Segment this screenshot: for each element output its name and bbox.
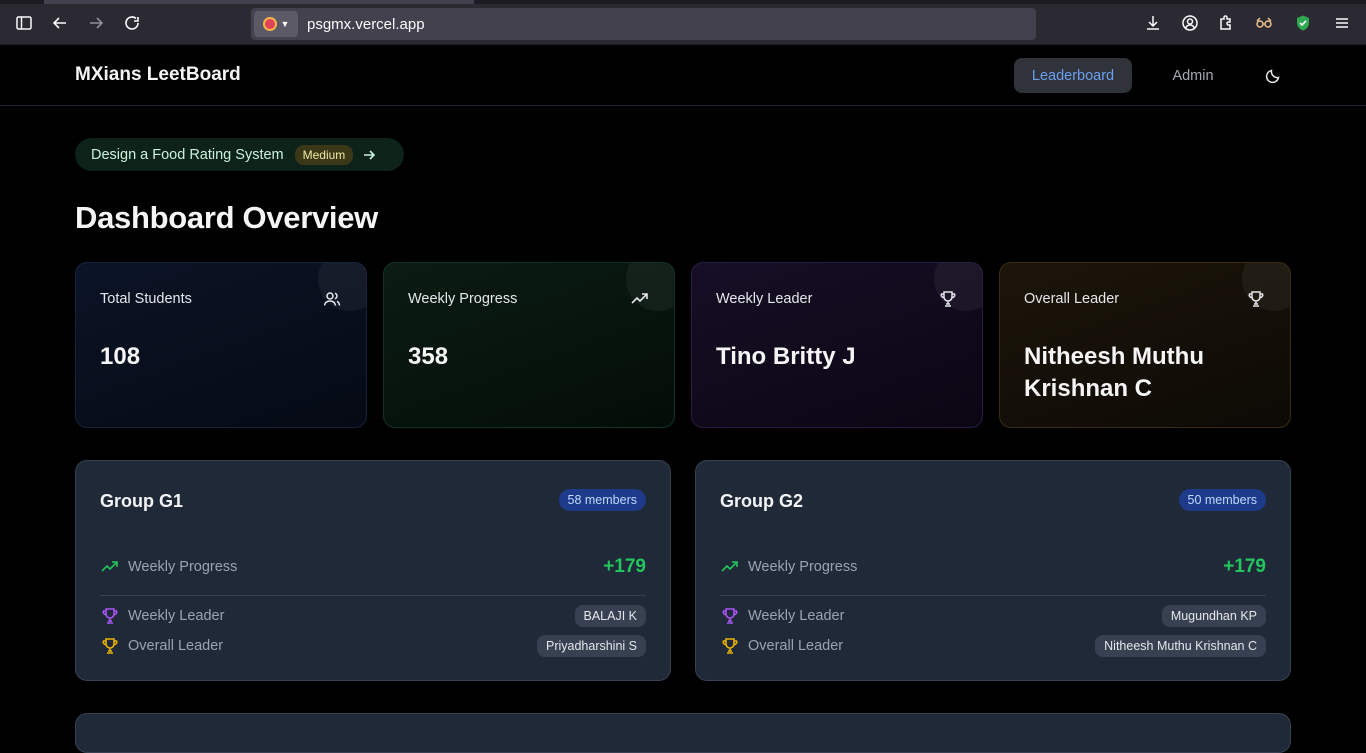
extension-glasses-icon[interactable] (1253, 12, 1275, 34)
page-title: Dashboard Overview (75, 200, 378, 235)
arrow-right-icon (362, 148, 376, 162)
menu-icon[interactable] (1331, 12, 1353, 34)
stat-card-total-students: Total Students 108 (75, 262, 367, 428)
daily-problem-link[interactable]: Design a Food Rating System Medium (75, 138, 404, 171)
group-name: Group G1 (100, 491, 184, 511)
progress-value: +179 (1223, 556, 1266, 577)
trophy-icon (100, 636, 120, 656)
account-icon[interactable] (1179, 12, 1201, 34)
stat-label: Weekly Progress (408, 291, 518, 307)
leader-name-badge: Mugundhan KP (1161, 605, 1266, 627)
forward-icon[interactable] (85, 12, 107, 34)
group-name: Group G2 (720, 491, 804, 511)
weekly-leader-row: Weekly Leader Mugundhan KP (720, 604, 1266, 628)
trophy-icon (720, 636, 740, 656)
divider (100, 595, 646, 596)
reload-icon[interactable] (121, 12, 143, 34)
row-label: Weekly Progress (748, 559, 858, 575)
overall-leader-row: Overall Leader Nitheesh Muthu Krishnan C (720, 634, 1266, 658)
trophy-icon (938, 289, 958, 309)
stat-card-overall-leader: Overall Leader Nitheesh Muthu Krishnan C (999, 262, 1291, 428)
divider (720, 595, 1266, 596)
row-label: Overall Leader (748, 638, 844, 654)
stat-label: Overall Leader (1024, 291, 1120, 307)
moon-icon (1265, 69, 1280, 84)
leader-name-badge: Priyadharshini S (536, 635, 646, 657)
tab-strip (0, 0, 1366, 4)
row-label: Weekly Leader (748, 608, 845, 624)
trophy-icon (1246, 289, 1266, 309)
progress-value: +179 (603, 556, 646, 577)
leader-name-badge: BALAJI K (574, 605, 646, 627)
browser-toolbar: ▼ psgmx.vercel.app (0, 0, 1366, 45)
trending-up-icon (100, 557, 120, 577)
stat-value: Tino Britty J (716, 343, 856, 370)
trophy-icon (720, 606, 740, 626)
stat-label: Total Students (100, 291, 192, 307)
sidebar-toggle-icon[interactable] (13, 12, 35, 34)
problem-title: Design a Food Rating System (91, 146, 284, 163)
nav-leaderboard-link[interactable]: Leaderboard (1014, 58, 1132, 93)
users-icon (322, 289, 342, 309)
back-icon[interactable] (49, 12, 71, 34)
stat-card-weekly-leader: Weekly Leader Tino Britty J (691, 262, 983, 428)
trophy-icon (100, 606, 120, 626)
row-label: Overall Leader (128, 638, 224, 654)
chevron-down-icon: ▼ (280, 19, 290, 29)
group-card-g2[interactable]: Group G2 50 members Weekly Progress +179… (695, 460, 1291, 681)
weekly-progress-row: Weekly Progress +179 (720, 555, 1266, 579)
row-label: Weekly Leader (128, 608, 225, 624)
weekly-progress-row: Weekly Progress +179 (100, 555, 646, 579)
next-section-card (75, 713, 1291, 753)
url-text[interactable]: psgmx.vercel.app (307, 16, 425, 33)
theme-toggle-button[interactable] (1258, 65, 1288, 87)
leader-name-badge: Nitheesh Muthu Krishnan C (1095, 635, 1266, 657)
stat-value: Nitheesh Muthu Krishnan C (1024, 343, 1204, 402)
difficulty-badge: Medium (294, 144, 354, 165)
shield-icon[interactable] (1292, 12, 1314, 34)
address-bar[interactable]: ▼ psgmx.vercel.app (251, 8, 1036, 40)
stat-value: 108 (100, 343, 141, 370)
downloads-icon[interactable] (1142, 12, 1164, 34)
weekly-leader-row: Weekly Leader BALAJI K (100, 604, 646, 628)
overall-leader-row: Overall Leader Priyadharshini S (100, 634, 646, 658)
row-label: Weekly Progress (128, 559, 238, 575)
group-card-g1[interactable]: Group G1 58 members Weekly Progress +179… (75, 460, 671, 681)
trending-up-icon (720, 557, 740, 577)
members-badge: 50 members (1178, 489, 1266, 511)
trending-up-icon (630, 289, 650, 309)
extensions-icon[interactable] (1215, 12, 1237, 34)
members-badge: 58 members (558, 489, 646, 511)
stat-label: Weekly Leader (716, 291, 813, 307)
site-info-button[interactable]: ▼ (254, 11, 298, 37)
brand-title[interactable]: MXians LeetBoard (75, 64, 241, 86)
stat-card-weekly-progress: Weekly Progress 358 (383, 262, 675, 428)
stat-value: 358 (408, 343, 449, 370)
app-header: MXians LeetBoard Leaderboard Admin (0, 45, 1366, 106)
site-favicon-icon (262, 17, 277, 31)
nav-admin-link[interactable]: Admin (1160, 58, 1226, 93)
active-tab[interactable] (44, 0, 474, 4)
